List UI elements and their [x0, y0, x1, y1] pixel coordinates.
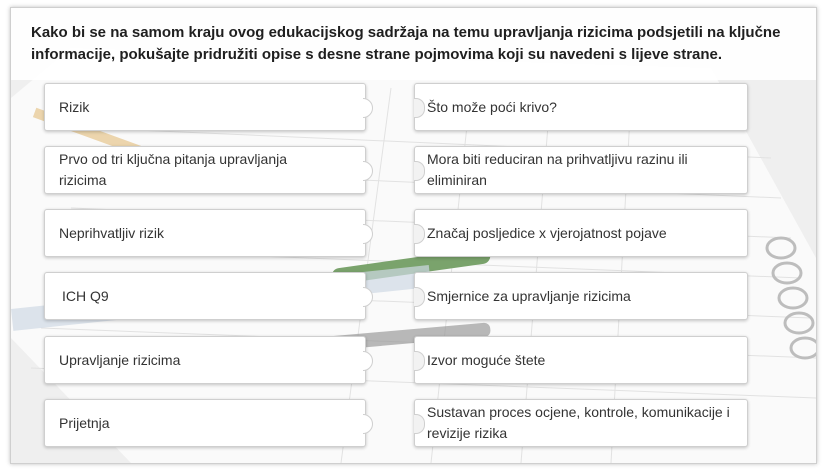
- puzzle-connector-icon: [363, 287, 373, 307]
- description-label: Sustavan proces ocjene, kontrole, komuni…: [427, 404, 730, 441]
- puzzle-connector-icon: [363, 351, 373, 371]
- term-label: Upravljanje rizicima: [59, 351, 181, 368]
- puzzle-socket-icon: [414, 351, 425, 371]
- description-tile-4[interactable]: Smjernice za upravljanje rizicima: [414, 272, 748, 320]
- term-label: Rizik: [59, 98, 90, 115]
- puzzle-socket-icon: [414, 224, 425, 244]
- puzzle-connector-icon: [363, 414, 373, 434]
- description-label: Značaj posljedice x vjerojatnost pojave: [427, 224, 667, 241]
- term-tile-6[interactable]: Prijetnja: [44, 399, 373, 447]
- puzzle-socket-icon: [414, 161, 425, 181]
- term-label: Prvo od tri ključna pitanja upravljanja …: [59, 151, 288, 188]
- activity-frame: Kako bi se na samom kraju ovog edukacijs…: [10, 7, 817, 464]
- puzzle-connector-icon: [363, 224, 373, 244]
- puzzle-socket-icon: [414, 287, 425, 307]
- term-tile-2[interactable]: Prvo od tri ključna pitanja upravljanja …: [44, 146, 373, 194]
- term-tile-4[interactable]: ICH Q9: [44, 272, 373, 320]
- description-tile-3[interactable]: Značaj posljedice x vjerojatnost pojave: [414, 209, 748, 257]
- description-tile-5[interactable]: Izvor moguće štete: [414, 336, 748, 384]
- term-tile-5[interactable]: Upravljanje rizicima: [44, 336, 373, 384]
- description-label: Smjernice za upravljanje rizicima: [427, 287, 631, 304]
- description-label: Izvor moguće štete: [427, 351, 546, 368]
- term-label: Neprihvatljiv rizik: [59, 224, 165, 241]
- term-label: Prijetnja: [59, 414, 110, 431]
- instruction-header: Kako bi se na samom kraju ovog edukacijs…: [11, 8, 816, 80]
- description-label: Mora biti reduciran na prihvatljivu razi…: [427, 151, 688, 188]
- description-tile-1[interactable]: Što može poći krivo?: [414, 83, 748, 131]
- term-tile-3[interactable]: Neprihvatljiv rizik: [44, 209, 373, 257]
- puzzle-connector-icon: [363, 98, 373, 118]
- description-tile-6[interactable]: Sustavan proces ocjene, kontrole, komuni…: [414, 399, 748, 447]
- description-label: Što može poći krivo?: [427, 98, 557, 115]
- puzzle-socket-icon: [414, 98, 425, 118]
- description-tile-2[interactable]: Mora biti reduciran na prihvatljivu razi…: [414, 146, 748, 194]
- puzzle-connector-icon: [363, 161, 373, 181]
- instruction-text: Kako bi se na samom kraju ovog edukacijs…: [31, 24, 781, 63]
- puzzle-socket-icon: [414, 414, 425, 434]
- term-label: ICH Q9: [62, 287, 109, 304]
- term-tile-1[interactable]: Rizik: [44, 83, 373, 131]
